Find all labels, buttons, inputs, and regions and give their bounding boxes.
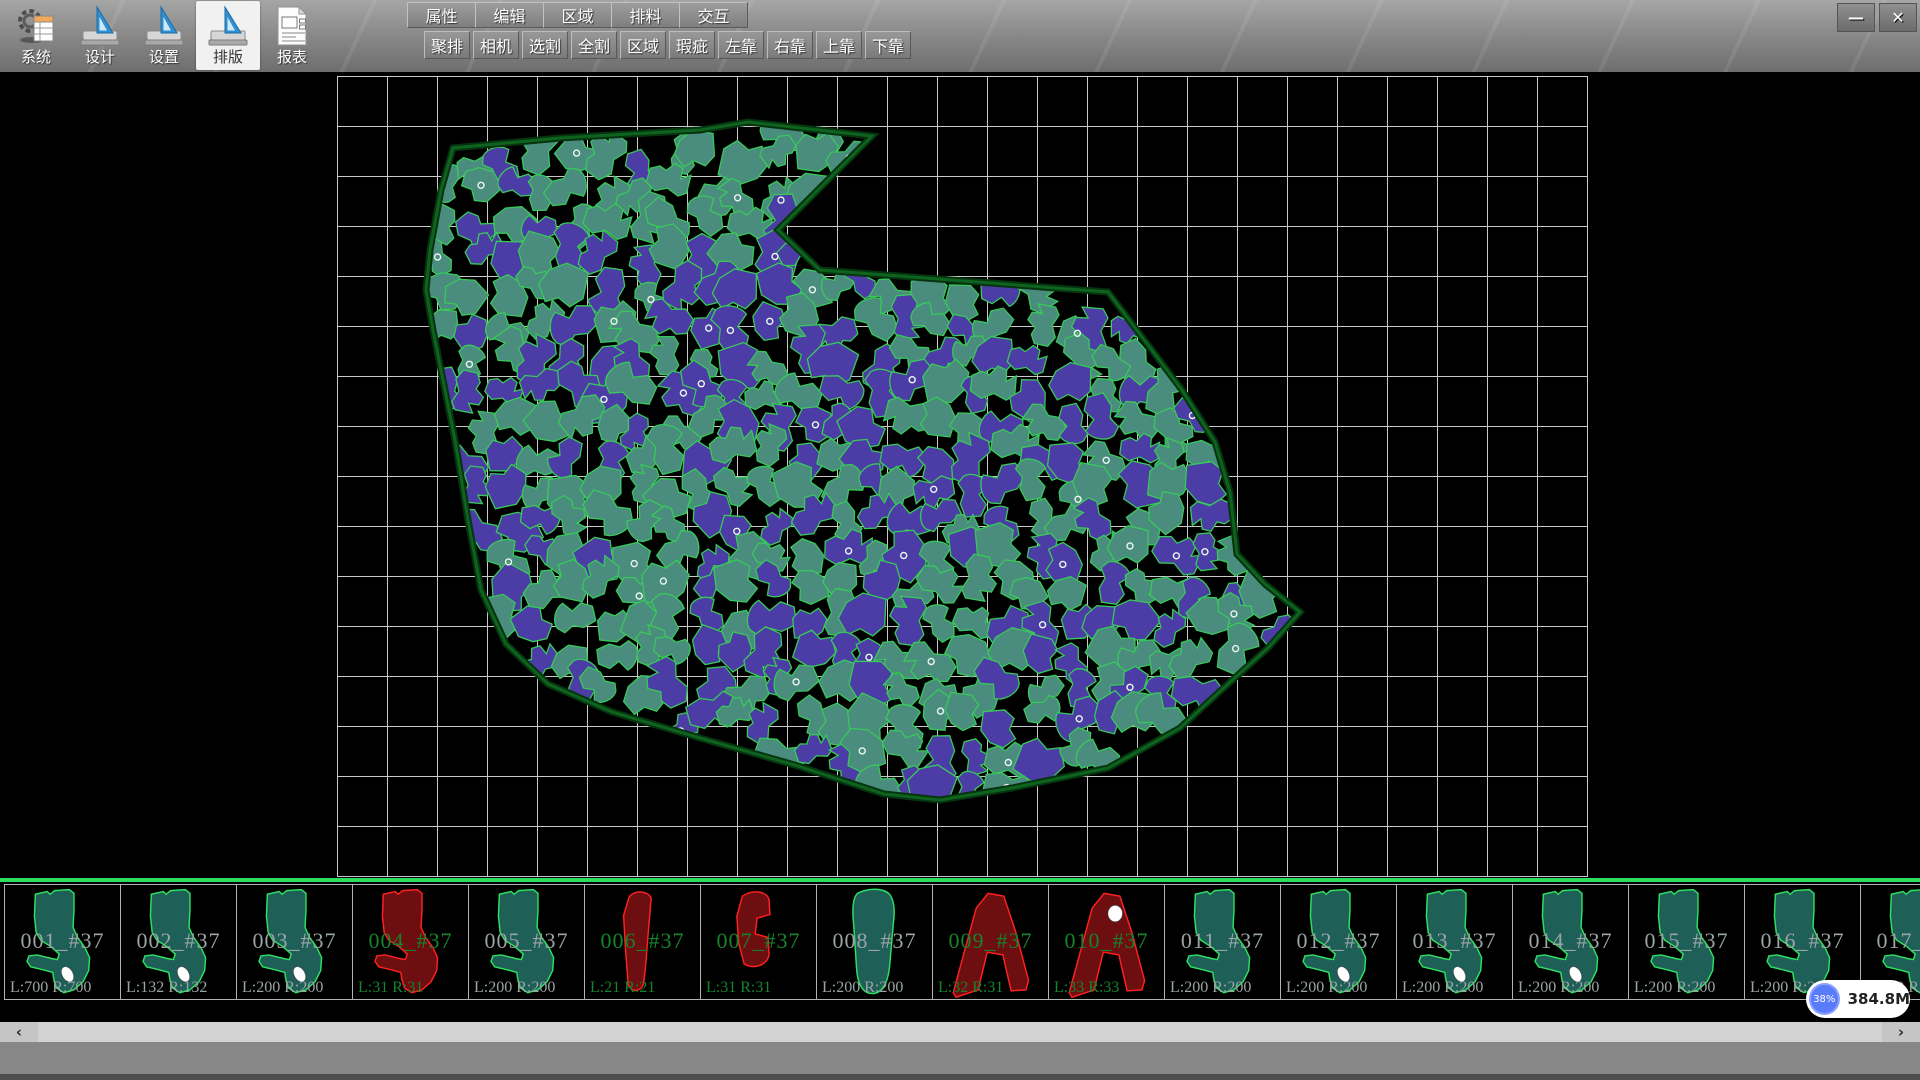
piece-id-label: 004_#37 (353, 928, 468, 954)
piece-lr-label: L:200 R:200 (1170, 979, 1251, 997)
tool-region[interactable]: 区域 (620, 31, 666, 59)
nesting-workspace[interactable] (0, 72, 1920, 878)
download-size: 384.8M (1848, 990, 1910, 1008)
menu-interact[interactable]: 交互 (679, 2, 748, 28)
ruler-icon (206, 4, 250, 48)
gear-icon (14, 4, 58, 48)
nest-layout-svg (0, 72, 1920, 878)
report-icon (270, 4, 314, 48)
piece-id-label: 015_#37 (1629, 928, 1744, 954)
app-label: 排版 (213, 49, 243, 66)
minimize-button[interactable]: — (1837, 3, 1875, 32)
piece-id-label: 016_#37 (1745, 928, 1860, 954)
thumbnail-cell[interactable]: 005_#37 L:200 R:200 (468, 884, 585, 1000)
app-button-system[interactable]: 系统 (4, 1, 68, 70)
tool-bar: 聚排相机选割全割区域瑕疵左靠右靠上靠下靠 (424, 31, 911, 59)
thumbnail-cell[interactable]: 008_#37 L:200 R:200 (816, 884, 933, 1000)
tool-cluster-nest[interactable]: 聚排 (424, 31, 470, 59)
app-button-report[interactable]: 报表 (260, 1, 324, 70)
piece-id-label: 013_#37 (1397, 928, 1512, 954)
app-label: 设计 (85, 49, 115, 66)
piece-lr-label: L:31 R:31 (706, 979, 771, 997)
tool-snap-right[interactable]: 右靠 (767, 31, 813, 59)
thumbnail-cell[interactable]: 004_#37 L:31 R:31 (352, 884, 469, 1000)
app-button-design[interactable]: 设计 (68, 1, 132, 70)
app-label: 系统 (21, 49, 51, 66)
tool-defect[interactable]: 瑕疵 (669, 31, 715, 59)
piece-id-label: 007_#37 (701, 928, 816, 954)
piece-lr-label: L:31 R:31 (358, 979, 423, 997)
bottom-panel (0, 1042, 1920, 1080)
piece-id-label: 001_#37 (5, 928, 120, 954)
download-progress-pill[interactable]: 38% 384.8M (1806, 980, 1910, 1018)
tool-snap-bottom[interactable]: 下靠 (865, 31, 911, 59)
piece-id-label: 002_#37 (121, 928, 236, 954)
app-button-settings[interactable]: 设置 (132, 1, 196, 70)
piece-lr-label: L:200 R:200 (1402, 979, 1483, 997)
piece-lr-label: L:21 R:21 (590, 979, 655, 997)
thumbnail-cell[interactable]: 010_#37 L:33 R:33 (1048, 884, 1165, 1000)
tool-select-cut[interactable]: 选割 (522, 31, 568, 59)
piece-id-label: 003_#37 (237, 928, 352, 954)
menu-properties[interactable]: 属性 (407, 2, 476, 28)
progress-circle: 38% (1809, 983, 1840, 1015)
progress-percent: 38% (1813, 994, 1835, 1005)
thumbnail-cell[interactable]: 012_#37 L:200 R:200 (1280, 884, 1397, 1000)
piece-lr-label: L:32 R:31 (938, 979, 1003, 997)
ruler-icon (142, 4, 186, 48)
piece-id-label: 010_#37 (1049, 928, 1164, 954)
piece-thumbnails: 001_#37 L:700 R:700 002_#37 L:132 R:132 003_… (4, 884, 1920, 1002)
piece-lr-label: L:132 R:132 (126, 979, 207, 997)
thumbnail-cell[interactable]: 009_#37 L:32 R:31 (932, 884, 1049, 1000)
piece-lr-label: L:200 R:200 (1518, 979, 1599, 997)
close-button[interactable]: ✕ (1879, 3, 1917, 32)
thumbnail-cell[interactable]: 011_#37 L:200 R:200 (1164, 884, 1281, 1000)
thumbnail-cell[interactable]: 013_#37 L:200 R:200 (1396, 884, 1513, 1000)
piece-id-label: 012_#37 (1281, 928, 1396, 954)
pieces-strip: 001_#37 L:700 R:700 002_#37 L:132 R:132 003_… (0, 878, 1920, 1022)
piece-lr-label: L:200 R:200 (822, 979, 903, 997)
piece-id-label: 017_#37 (1861, 928, 1920, 954)
scroll-left-button[interactable]: ‹ (0, 1022, 38, 1042)
app-label: 报表 (277, 49, 307, 66)
strip-accent-line (0, 878, 1920, 882)
menu-region[interactable]: 区域 (543, 2, 612, 28)
menu-nesting[interactable]: 排料 (611, 2, 680, 28)
tool-camera[interactable]: 相机 (473, 31, 519, 59)
piece-lr-label: L:200 R:200 (474, 979, 555, 997)
app-button-layout[interactable]: 排版 (196, 1, 260, 70)
piece-lr-label: L:200 R:200 (1634, 979, 1715, 997)
thumbnail-cell[interactable]: 006_#37 L:21 R:21 (584, 884, 701, 1000)
ruler-icon (78, 4, 122, 48)
app-label: 设置 (149, 49, 179, 66)
thumbnail-cell[interactable]: 015_#37 L:200 R:200 (1628, 884, 1745, 1000)
piece-lr-label: L:700 R:700 (10, 979, 91, 997)
piece-id-label: 009_#37 (933, 928, 1048, 954)
piece-id-label: 005_#37 (469, 928, 584, 954)
piece-hole (1108, 905, 1123, 922)
horizontal-scrollbar[interactable]: ‹ › (0, 1022, 1920, 1042)
piece-lr-label: L:33 R:33 (1054, 979, 1119, 997)
tool-cut-all[interactable]: 全割 (571, 31, 617, 59)
thumbnail-cell[interactable]: 001_#37 L:700 R:700 (4, 884, 121, 1000)
scroll-right-button[interactable]: › (1882, 1022, 1920, 1042)
tool-snap-top[interactable]: 上靠 (816, 31, 862, 59)
piece-lr-label: L:200 R:200 (242, 979, 323, 997)
thumbnail-cell[interactable]: 014_#37 L:200 R:200 (1512, 884, 1629, 1000)
toolbar: 系统 设计 设置 排版 报表 属性编辑区域排料交互 聚排相机选割全割区域瑕疵左靠… (0, 0, 1920, 72)
tool-snap-left[interactable]: 左靠 (718, 31, 764, 59)
menu-edit[interactable]: 编辑 (475, 2, 544, 28)
window-controls: — ✕ (1837, 3, 1917, 32)
piece-id-label: 008_#37 (817, 928, 932, 954)
piece-lr-label: L:200 R:200 (1286, 979, 1367, 997)
piece-id-label: 006_#37 (585, 928, 700, 954)
thumbnail-cell[interactable]: 003_#37 L:200 R:200 (236, 884, 353, 1000)
thumbnail-cell[interactable]: 002_#37 L:132 R:132 (120, 884, 237, 1000)
app-toolbar: 系统 设计 设置 排版 报表 (4, 1, 324, 70)
piece-id-label: 014_#37 (1513, 928, 1628, 954)
piece-id-label: 011_#37 (1165, 928, 1280, 954)
thumbnail-cell[interactable]: 007_#37 L:31 R:31 (700, 884, 817, 1000)
menu-bar: 属性编辑区域排料交互 (408, 2, 748, 28)
